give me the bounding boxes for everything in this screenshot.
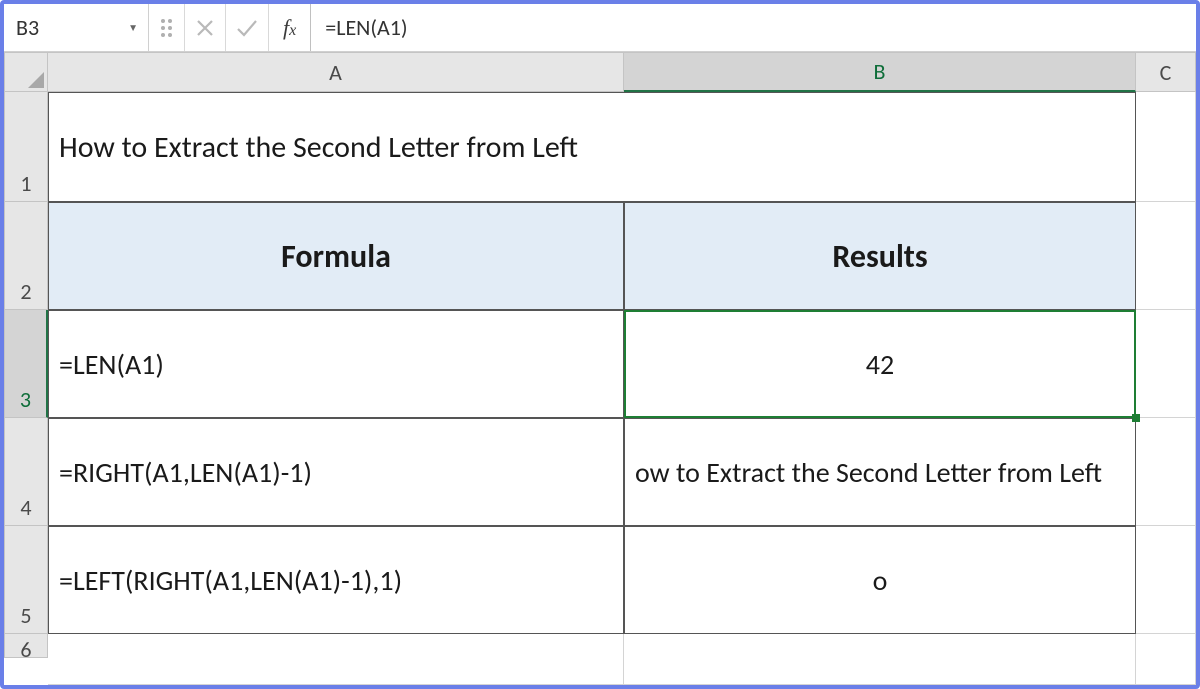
select-all-corner[interactable]: [4, 52, 48, 92]
insert-function-button[interactable]: fx: [269, 4, 311, 51]
cell-B2[interactable]: Results: [624, 202, 1136, 310]
formula-bar-gripper[interactable]: [149, 4, 185, 51]
row-header-5[interactable]: 5: [4, 526, 48, 634]
row-header-1[interactable]: 1: [4, 92, 48, 202]
selection-fill-handle[interactable]: [1132, 414, 1140, 422]
row-header-6[interactable]: 6: [4, 634, 48, 658]
row-header-2[interactable]: 2: [4, 202, 48, 310]
cell-text: =LEFT(RIGHT(A1,LEN(A1)-1),1): [59, 563, 402, 598]
app-frame: B3 ▼ fx =LEN(A1) A B C: [0, 0, 1200, 689]
cell-text: =RIGHT(A1,LEN(A1)-1): [59, 455, 312, 490]
cell-A1[interactable]: How to Extract the Second Letter from Le…: [48, 92, 1136, 202]
name-box-value: B3: [16, 14, 39, 41]
gripper-dots-icon: [161, 19, 172, 37]
name-box-dropdown-icon[interactable]: ▼: [128, 21, 138, 34]
formula-bar: B3 ▼ fx =LEN(A1): [4, 4, 1196, 52]
formula-text: =LEN(A1): [325, 14, 407, 41]
cell-A5[interactable]: =LEFT(RIGHT(A1,LEN(A1)-1),1): [48, 526, 624, 634]
cell-C1[interactable]: [1136, 92, 1196, 202]
cell-text: Formula: [281, 237, 391, 276]
cell-B4[interactable]: ow to Extract the Second Letter from Lef…: [624, 418, 1136, 526]
cell-B6[interactable]: [624, 634, 1136, 685]
cell-A2[interactable]: Formula: [48, 202, 624, 310]
row-header-3[interactable]: 3: [4, 310, 48, 418]
enter-button[interactable]: [226, 4, 269, 51]
name-box[interactable]: B3 ▼: [4, 4, 149, 51]
cell-C6[interactable]: [1136, 634, 1196, 685]
cell-B3[interactable]: 42: [624, 310, 1136, 418]
cell-C3[interactable]: [1136, 310, 1196, 418]
cell-text: ow to Extract the Second Letter from Lef…: [635, 455, 1102, 490]
check-icon: [236, 18, 258, 38]
cell-A6[interactable]: [48, 634, 624, 685]
cell-C2[interactable]: [1136, 202, 1196, 310]
close-icon: [195, 18, 215, 38]
cell-text: How to Extract the Second Letter from Le…: [59, 129, 578, 166]
fx-icon: fx: [283, 15, 296, 41]
cancel-button[interactable]: [185, 4, 226, 51]
cell-C5[interactable]: [1136, 526, 1196, 634]
cell-text: =LEN(A1): [59, 347, 164, 382]
row-header-4[interactable]: 4: [4, 418, 48, 526]
column-header-C[interactable]: C: [1136, 52, 1196, 92]
cell-C4[interactable]: [1136, 418, 1196, 526]
cell-A3[interactable]: =LEN(A1): [48, 310, 624, 418]
column-header-A[interactable]: A: [48, 52, 624, 92]
cell-text: o: [873, 563, 888, 598]
cell-text: 42: [866, 347, 894, 382]
cell-A4[interactable]: =RIGHT(A1,LEN(A1)-1): [48, 418, 624, 526]
spreadsheet-grid: A B C 1 2 3 4 5 6 How to Extract the Sec…: [4, 52, 1196, 685]
column-header-B[interactable]: B: [624, 52, 1136, 92]
cell-B5[interactable]: o: [624, 526, 1136, 634]
cell-text: Results: [832, 237, 927, 276]
formula-input[interactable]: =LEN(A1): [311, 4, 1196, 51]
